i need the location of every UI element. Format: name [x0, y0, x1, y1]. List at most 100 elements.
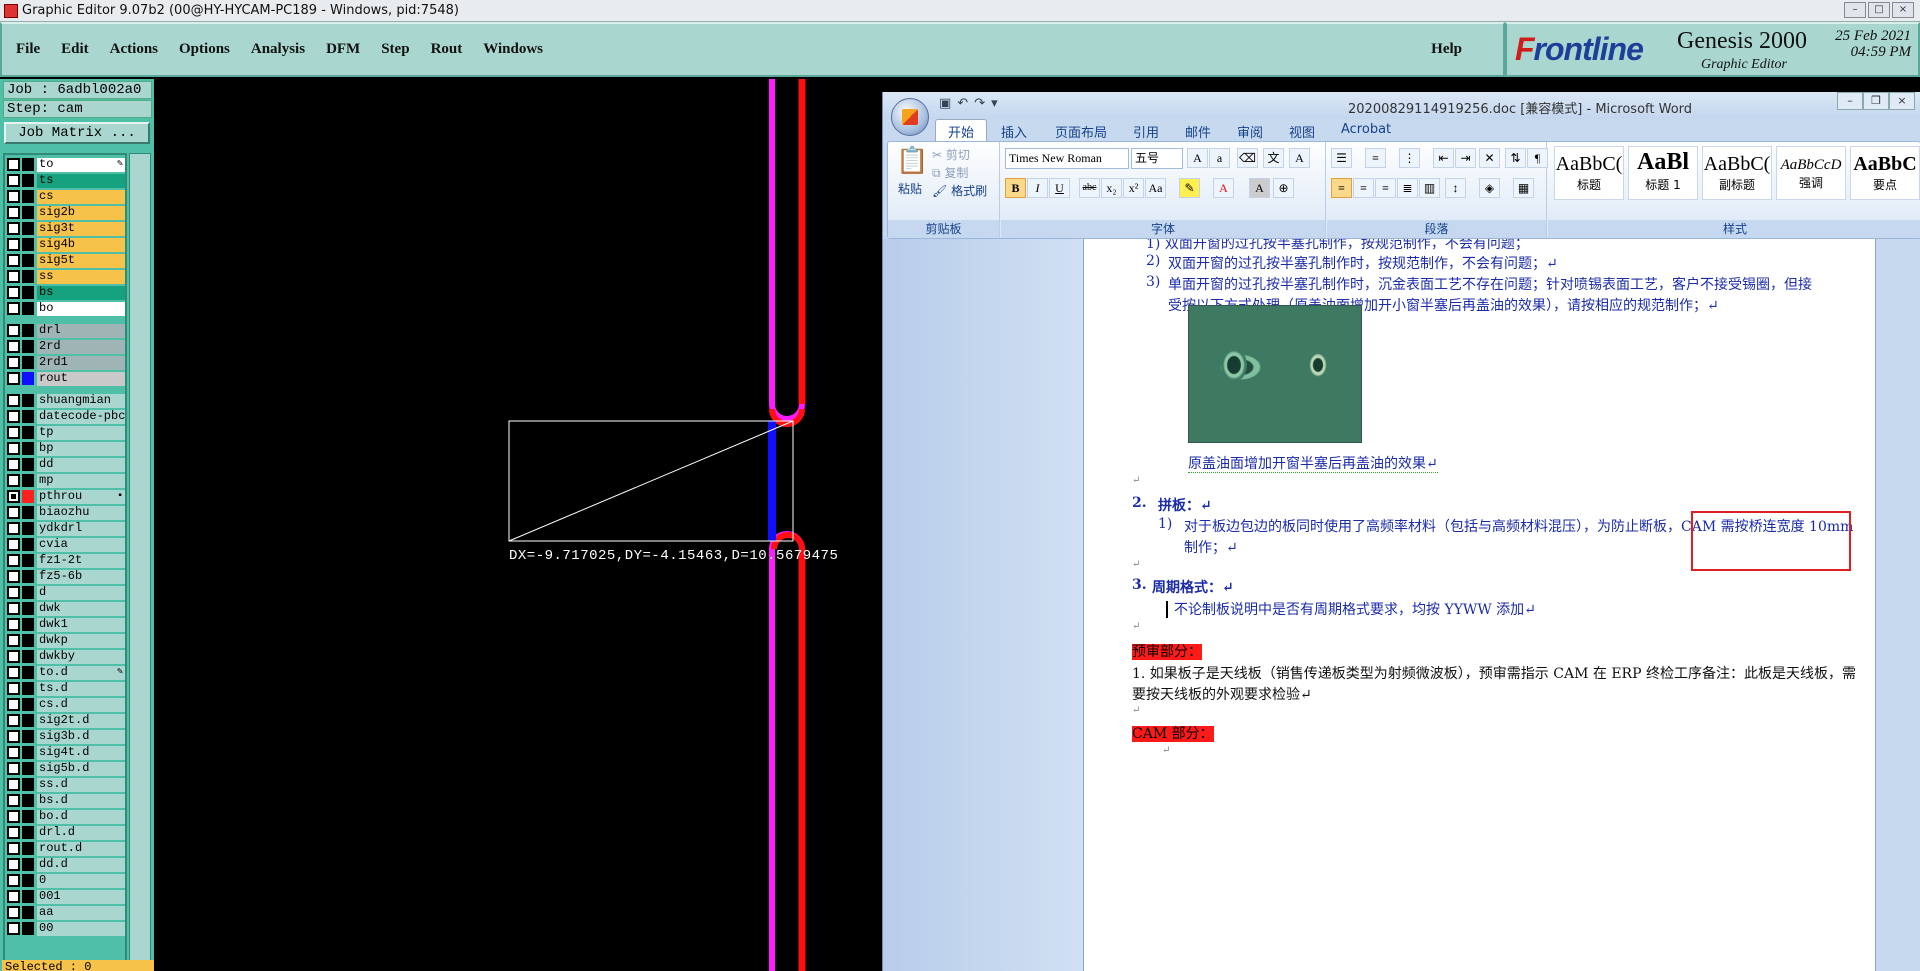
line-spacing-icon[interactable]: ↕ [1445, 178, 1466, 198]
layer-row-tp[interactable]: tp [7, 425, 125, 440]
layer-color-swatch[interactable] [22, 442, 34, 455]
layer-row-drl[interactable]: drl [7, 323, 125, 338]
layer-row-001[interactable]: 001 [7, 889, 125, 904]
layer-checkbox[interactable] [7, 826, 20, 839]
layer-color-swatch[interactable] [22, 554, 34, 567]
layer-color-swatch[interactable] [22, 190, 34, 203]
layer-checkbox[interactable] [7, 794, 20, 807]
layer-name[interactable]: sig3b.d [37, 729, 125, 744]
layer-row-2rd1[interactable]: 2rd1 [7, 355, 125, 370]
layer-name[interactable]: ts [37, 173, 125, 188]
layer-row-shuangmian[interactable]: shuangmian [7, 393, 125, 408]
layer-name[interactable]: d [37, 585, 125, 600]
layer-row-rout[interactable]: rout [7, 371, 125, 386]
layer-name[interactable]: 001 [37, 889, 125, 904]
layer-color-swatch[interactable] [22, 410, 34, 423]
tab-home[interactable]: 开始 [935, 119, 988, 142]
layer-row-dwkp[interactable]: dwkp [7, 633, 125, 648]
copy-button[interactable]: ⧉ 复制 [932, 164, 968, 181]
menu-edit[interactable]: Edit [61, 41, 89, 58]
graphic-canvas[interactable]: DX=-9.717025,DY=-4.15463,D=10.5679475 [156, 79, 882, 971]
menu-step[interactable]: Step [381, 41, 409, 58]
justify-icon[interactable]: ≣ [1397, 178, 1418, 198]
layer-checkbox[interactable] [7, 340, 20, 353]
layer-color-swatch[interactable] [22, 426, 34, 439]
redo-icon[interactable]: ↷ [974, 96, 985, 111]
layer-checkbox[interactable] [7, 222, 20, 235]
layer-row-cs[interactable]: cs [7, 189, 125, 204]
layer-row-sig2b[interactable]: sig2b [7, 205, 125, 220]
layer-checkbox[interactable] [7, 778, 20, 791]
layer-row-bo[interactable]: bo [7, 301, 125, 316]
layer-row-bp[interactable]: bp [7, 441, 125, 456]
layer-name[interactable]: bs [37, 285, 125, 300]
layer-name[interactable]: mp [37, 473, 125, 488]
menu-dfm[interactable]: DFM [326, 41, 360, 58]
layer-row-dwk[interactable]: dwk [7, 601, 125, 616]
layer-name[interactable]: dwkp [37, 633, 125, 648]
layer-row-2rd[interactable]: 2rd [7, 339, 125, 354]
layer-color-swatch[interactable] [22, 372, 34, 385]
layer-name[interactable]: sig2t.d [37, 713, 125, 728]
multilevel-list-icon[interactable]: ⋮ [1399, 148, 1420, 168]
layer-color-swatch[interactable] [22, 570, 34, 583]
italic-icon[interactable]: I [1027, 178, 1048, 198]
layer-name[interactable]: dd.d [37, 857, 125, 872]
layer-color-swatch[interactable] [22, 222, 34, 235]
layer-name[interactable]: sig4t.d [37, 745, 125, 760]
layer-name[interactable]: cvia [37, 537, 125, 552]
format-painter-button[interactable]: 🖌 格式刷 [932, 182, 987, 199]
layer-name[interactable]: ts.d [37, 681, 125, 696]
style-heading1[interactable]: AaBl 标题 1 [1628, 146, 1698, 200]
layer-color-swatch[interactable] [22, 206, 34, 219]
show-marks-icon[interactable]: ¶ [1527, 148, 1548, 168]
layer-name[interactable]: 0 [37, 873, 125, 888]
layer-color-swatch[interactable] [22, 874, 34, 887]
layer-row-cvia[interactable]: cvia [7, 537, 125, 552]
layer-row-to.d[interactable]: to.d ✎ [7, 665, 125, 680]
layer-checkbox[interactable] [7, 286, 20, 299]
layer-color-swatch[interactable] [22, 522, 34, 535]
font-color-icon[interactable]: A [1213, 178, 1234, 198]
layer-name[interactable]: shuangmian [37, 393, 125, 408]
style-subtitle[interactable]: AaBbC(副标题 [1702, 146, 1772, 200]
layer-name[interactable]: fz5-6b [37, 569, 125, 584]
layer-checkbox[interactable] [7, 190, 20, 203]
layer-checkbox[interactable] [7, 922, 20, 935]
layer-checkbox[interactable] [7, 356, 20, 369]
layer-name[interactable]: cs.d [37, 697, 125, 712]
layer-checkbox[interactable] [7, 762, 20, 775]
phonetic-icon[interactable]: 文 [1263, 148, 1284, 168]
tab-review[interactable]: 审阅 [1237, 122, 1263, 141]
layer-color-swatch[interactable] [22, 356, 34, 369]
layer-row-sig4t.d[interactable]: sig4t.d [7, 745, 125, 760]
layer-row-dwkby[interactable]: dwkby [7, 649, 125, 664]
layer-checkbox[interactable] [7, 586, 20, 599]
document-page[interactable]: 1) 双面开窗的过孔按半塞孔制作，按规范制作，不会有问题； 2) 双面开窗的过孔… [1083, 239, 1876, 971]
layer-row-aa[interactable]: aa [7, 905, 125, 920]
asian-layout-icon[interactable]: ✕ [1479, 148, 1500, 168]
enclose-char-icon[interactable]: ⊕ [1273, 178, 1294, 198]
layer-row-0[interactable]: 0 [7, 873, 125, 888]
layer-color-swatch[interactable] [22, 302, 34, 315]
layer-color-swatch[interactable] [22, 506, 34, 519]
layer-color-swatch[interactable] [22, 474, 34, 487]
layer-color-swatch[interactable] [22, 922, 34, 935]
cut-button[interactable]: ✂ 剪切 [932, 146, 970, 163]
layer-color-swatch[interactable] [22, 890, 34, 903]
layer-color-swatch[interactable] [22, 778, 34, 791]
menu-help[interactable]: Help [1431, 41, 1462, 58]
minimize-icon[interactable]: – [1844, 2, 1866, 18]
layer-name[interactable]: fz1-2t [37, 553, 125, 568]
char-shading-icon[interactable]: A [1249, 178, 1270, 198]
layer-row-biaozhu[interactable]: biaozhu [7, 505, 125, 520]
decrease-indent-icon[interactable]: ⇤ [1433, 148, 1454, 168]
menu-windows[interactable]: Windows [483, 41, 543, 58]
borders-icon[interactable]: ▦ [1513, 178, 1534, 198]
layer-checkbox[interactable] [7, 538, 20, 551]
layer-row-dwk1[interactable]: dwk1 [7, 617, 125, 632]
layer-name[interactable]: sig2b [37, 205, 125, 220]
grow-font-icon[interactable]: A [1187, 148, 1208, 168]
layer-color-swatch[interactable] [22, 602, 34, 615]
layer-name[interactable]: pthrou ▪ [37, 489, 125, 504]
